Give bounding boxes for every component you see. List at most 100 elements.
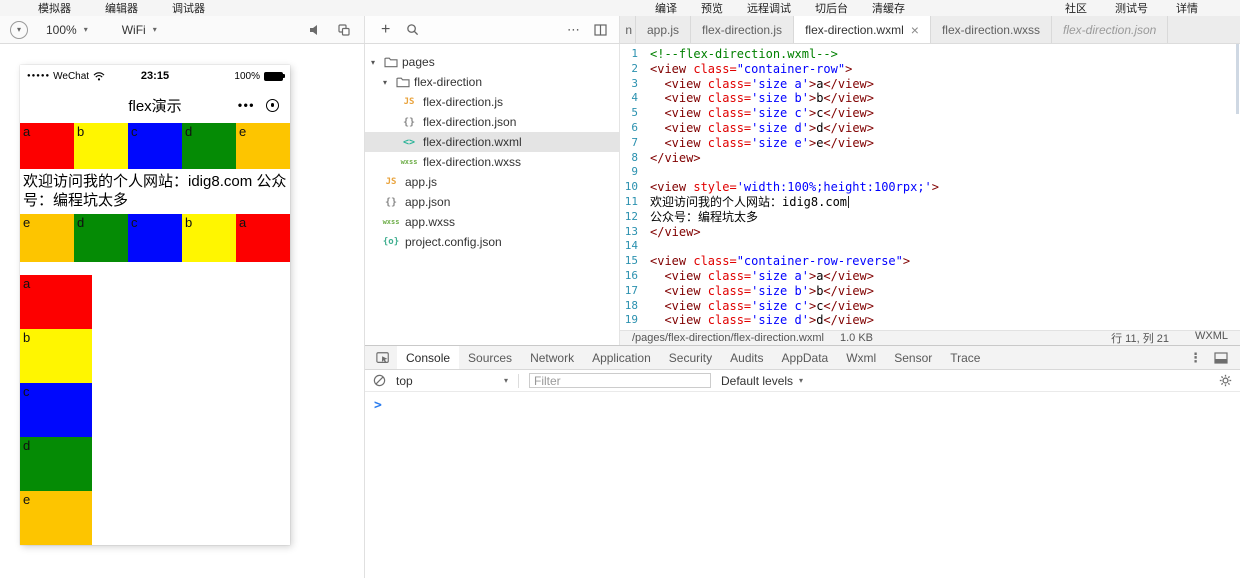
devtools-tab-console[interactable]: Console <box>397 346 459 369</box>
tree-item-app.json[interactable]: {}app.json <box>365 192 619 212</box>
js-file-icon: JS <box>399 97 419 107</box>
code-line: 14 <box>620 239 1240 254</box>
device-selector-button[interactable]: ▾ <box>10 21 28 39</box>
console-prompt[interactable]: > <box>374 398 382 413</box>
chevron-down-icon: ▾ <box>17 25 21 34</box>
more-options-button[interactable]: ⋯ <box>567 22 581 38</box>
tree-item-flex-direction[interactable]: ▾flex-direction <box>365 72 619 92</box>
network-value: WiFi <box>122 23 146 37</box>
add-file-button[interactable]: + <box>381 22 390 38</box>
folder-icon <box>384 56 398 68</box>
tree-item-flex-direction.js[interactable]: JSflex-direction.js <box>365 92 619 112</box>
wxss-file-icon: wxss <box>399 158 419 166</box>
zoom-dropdown[interactable]: 100% ▾ <box>46 23 88 37</box>
zoom-value: 100% <box>46 23 77 37</box>
chevron-down-icon: ▾ <box>504 376 508 385</box>
editor-scrollbar[interactable] <box>1236 44 1239 114</box>
line-number: 17 <box>620 284 650 299</box>
console-output[interactable]: > <box>365 392 1240 578</box>
editor-tab-flex-direction.js[interactable]: flex-direction.js <box>691 16 794 43</box>
context-value: top <box>396 374 413 388</box>
devtools-tab-security[interactable]: Security <box>660 346 721 369</box>
editor-tab-app.js[interactable]: app.js <box>636 16 691 43</box>
code-area[interactable]: 1<!--flex-direction.wxml-->2<view class=… <box>620 44 1240 330</box>
flex-box-a: a <box>20 123 74 169</box>
devtools-tab-network[interactable]: Network <box>521 346 583 369</box>
tree-item-project.config.json[interactable]: {o}project.config.json <box>365 232 619 252</box>
search-files-button[interactable] <box>406 23 419 36</box>
folder-expand-arrow-icon[interactable]: ▾ <box>371 58 380 67</box>
tree-item-label: flex-direction.wxml <box>423 135 522 149</box>
editor-tab-flex-direction.wxss[interactable]: flex-direction.wxss <box>931 16 1052 43</box>
line-number: 3 <box>620 77 650 92</box>
editor-tab-flex-direction.wxml[interactable]: flex-direction.wxml × <box>794 16 931 43</box>
tree-item-app.js[interactable]: JSapp.js <box>365 172 619 192</box>
levels-value: Default levels <box>721 374 793 388</box>
tab-label: app.js <box>647 23 679 37</box>
capsule-buttons: ••• <box>238 98 279 112</box>
code-content: <view class='size d'>d</view> <box>650 121 874 136</box>
more-tools-icon[interactable]: ⋮ <box>1189 350 1202 366</box>
tree-item-pages[interactable]: ▾pages <box>365 52 619 72</box>
tree-item-app.wxss[interactable]: wxssapp.wxss <box>365 212 619 232</box>
console-filter-bar: top ▾ Default levels ▾ <box>365 370 1240 392</box>
network-dropdown[interactable]: WiFi ▾ <box>122 23 157 37</box>
console-context-dropdown[interactable]: top ▾ <box>396 374 508 388</box>
language-mode[interactable]: WXML <box>1195 330 1228 346</box>
devtools-tab-sensor[interactable]: Sensor <box>885 346 941 369</box>
close-miniprogram-icon[interactable] <box>266 99 279 112</box>
menu-editor[interactable]: 编辑器 <box>105 0 138 16</box>
devtools-tab-audits[interactable]: Audits <box>721 346 772 369</box>
devtools-tab-appdata[interactable]: AppData <box>773 346 838 369</box>
menu-remote-debug[interactable]: 远程调试 <box>747 0 791 16</box>
editor-tab-n[interactable]: n <box>620 16 636 43</box>
editor-tab-strip: napp.jsflex-direction.jsflex-direction.w… <box>620 16 1240 43</box>
cursor-position: 行 11, 列 21 <box>1111 330 1169 346</box>
folder-expand-arrow-icon[interactable]: ▾ <box>383 78 392 87</box>
devtools-tab-trace[interactable]: Trace <box>941 346 989 369</box>
sound-icon[interactable] <box>309 24 322 36</box>
console-settings-gear-icon[interactable] <box>1219 374 1232 387</box>
tree-item-flex-direction.json[interactable]: {}flex-direction.json <box>365 112 619 132</box>
code-line: 10<view style='width:100%;height:100rpx;… <box>620 180 1240 195</box>
menu-test-account[interactable]: 测试号 <box>1115 0 1148 16</box>
editor-tab-flex-direction.json[interactable]: flex-direction.json <box>1052 16 1168 43</box>
log-levels-dropdown[interactable]: Default levels ▾ <box>721 374 803 388</box>
flex-box-d: d <box>74 214 128 262</box>
menu-details[interactable]: 详情 <box>1176 0 1198 16</box>
devtools-tab-sources[interactable]: Sources <box>459 346 521 369</box>
menu-switch-background[interactable]: 切后台 <box>815 0 848 16</box>
editor-status-bar: /pages/flex-direction/flex-direction.wxm… <box>620 330 1240 345</box>
menu-debugger[interactable]: 调试器 <box>172 0 205 16</box>
menu-group-right: 社区 测试号 详情 <box>1065 0 1240 16</box>
tab-label: flex-direction.wxml <box>805 23 904 37</box>
clear-console-icon[interactable] <box>373 374 386 387</box>
menu-compile[interactable]: 编译 <box>655 0 677 16</box>
simulator-pane: ●●●●● WeChat 23:15 100% flex演示 <box>0 44 365 578</box>
code-content: <view class='size b'>b</view> <box>650 91 874 106</box>
code-editor[interactable]: 1<!--flex-direction.wxml-->2<view class=… <box>620 44 1240 345</box>
tab-label: flex-direction.json <box>1063 23 1156 37</box>
console-filter-input[interactable] <box>529 373 711 388</box>
devtools-tab-wxml[interactable]: Wxml <box>837 346 885 369</box>
console-drawer-icon[interactable] <box>1214 352 1228 364</box>
file-path: /pages/flex-direction/flex-direction.wxm… <box>632 332 824 344</box>
tree-item-label: app.js <box>405 175 437 189</box>
split-editor-button[interactable] <box>594 24 607 36</box>
chevron-down-icon: ▾ <box>84 25 88 34</box>
code-line: 15<view class="container-row-reverse"> <box>620 254 1240 269</box>
code-content: <view style='width:100%;height:100rpx;'> <box>650 180 939 195</box>
menu-preview[interactable]: 预览 <box>701 0 723 16</box>
tree-item-flex-direction.wxml[interactable]: <>flex-direction.wxml <box>365 132 619 152</box>
tree-item-flex-direction.wxss[interactable]: wxssflex-direction.wxss <box>365 152 619 172</box>
menu-community[interactable]: 社区 <box>1065 0 1087 16</box>
devtools-tab-application[interactable]: Application <box>583 346 660 369</box>
menu-simulator[interactable]: 模拟器 <box>38 0 71 16</box>
detach-window-icon[interactable] <box>338 24 350 36</box>
inspect-element-icon[interactable] <box>369 351 397 365</box>
more-menu-icon[interactable]: ••• <box>238 98 255 112</box>
code-line: 17 <view class='size b'>b</view> <box>620 284 1240 299</box>
flex-box-e: e <box>20 214 74 262</box>
close-tab-icon[interactable]: × <box>911 23 919 37</box>
menu-clear-cache[interactable]: 清缓存 <box>872 0 905 16</box>
